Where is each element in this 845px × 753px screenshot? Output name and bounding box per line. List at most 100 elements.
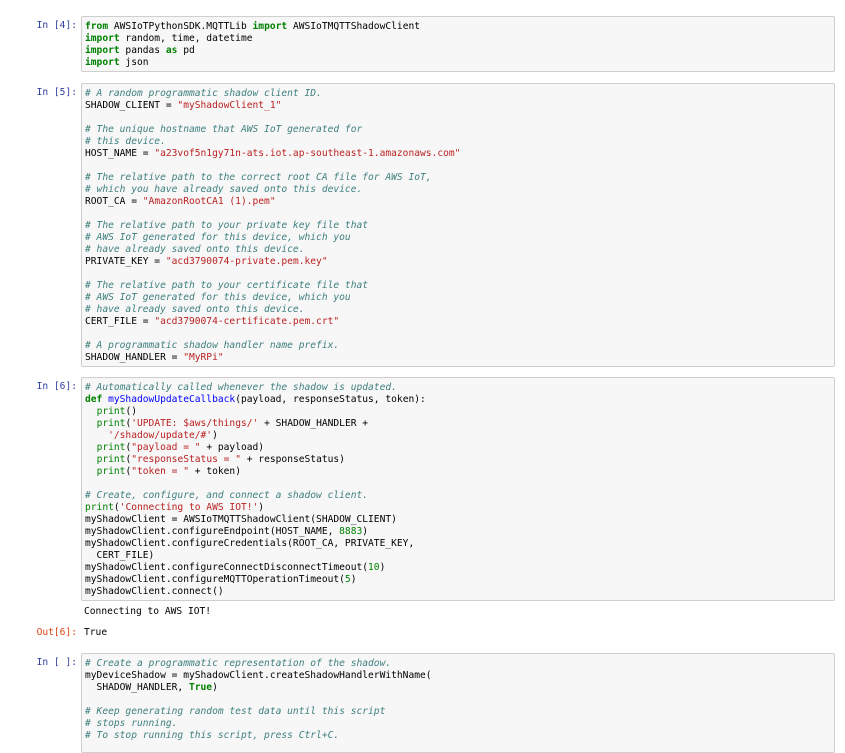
code-token: print xyxy=(85,502,114,513)
code-token: + token) xyxy=(189,466,241,477)
code-line: # this device. xyxy=(85,136,834,148)
code-token: ) xyxy=(350,574,357,585)
code-token: print xyxy=(96,406,126,417)
code-comment: # AWS IoT generated for this device, whi… xyxy=(85,292,351,303)
code-token: AWSIoTMQTTShadowClient xyxy=(287,21,421,32)
code-line: print("token = " + token) xyxy=(85,466,834,478)
code-comment: # have already saved onto this device. xyxy=(85,304,305,315)
input-prompt: In [6]: xyxy=(36,381,77,392)
code-comment: # Keep generating random test data until… xyxy=(85,706,386,717)
code-line: import pandas as pd xyxy=(85,45,834,57)
code-line: # stops running. xyxy=(85,718,834,730)
code-comment: # which you have already saved onto this… xyxy=(85,184,363,195)
code-token: (payload, responseStatus, token): xyxy=(235,394,426,405)
code-token: from xyxy=(85,21,109,32)
code-line: # Keep generating random test data until… xyxy=(85,706,834,718)
code-token: 10 xyxy=(368,562,380,573)
output-value: True xyxy=(84,627,108,638)
code-line: # The relative path to your private key … xyxy=(85,220,834,232)
code-comment: # this device. xyxy=(85,136,166,147)
code-token: 'UPDATE: $aws/things/' xyxy=(131,418,259,429)
code-token: "acd3790074-private.pem.key" xyxy=(165,256,328,267)
code-token: def xyxy=(85,394,103,405)
code-token: random, time, datetime xyxy=(119,33,253,44)
code-token: print xyxy=(96,466,126,477)
code-line: # The relative path to the correct root … xyxy=(85,172,834,184)
code-line: import json xyxy=(85,57,834,69)
code-line: from AWSIoTPythonSDK.MQTTLib import AWSI… xyxy=(85,21,834,33)
code-editor[interactable]: # A random programmatic shadow client ID… xyxy=(81,83,835,367)
code-token: ) xyxy=(258,502,265,513)
input-prompt: In [4]: xyxy=(36,20,77,31)
notebook-page: { "cells": [ { "prompt": "In [4]:", "lin… xyxy=(0,0,845,753)
code-line: # which you have already saved onto this… xyxy=(85,184,834,196)
code-token: "token = " xyxy=(131,466,189,477)
code-token: print xyxy=(96,418,126,429)
code-token: import xyxy=(85,45,120,56)
code-line: myShadowClient = AWSIoTMQTTShadowClient(… xyxy=(85,514,834,526)
code-line: '/shadow/update/#') xyxy=(85,430,834,442)
code-token: 'Connecting to AWS IOT!' xyxy=(119,502,259,513)
code-line: # A random programmatic shadow client ID… xyxy=(85,88,834,100)
code-token: 8883 xyxy=(339,526,363,537)
code-token: + SHADOW_HANDLER + xyxy=(258,418,369,429)
code-comment: # have already saved onto this device. xyxy=(85,244,305,255)
code-comment: # To stop running this script, press Ctr… xyxy=(85,730,340,741)
code-line: # have already saved onto this device. xyxy=(85,244,834,256)
code-token: CERT_FILE) xyxy=(85,550,155,561)
input-prompt: In [ ]: xyxy=(36,657,77,668)
code-line: print('UPDATE: $aws/things/' + SHADOW_HA… xyxy=(85,418,834,430)
code-line: # Create a programmatic representation o… xyxy=(85,658,834,670)
code-token: "AmazonRootCA1 (1).pem" xyxy=(142,196,276,207)
code-token: import xyxy=(85,57,120,68)
code-comment: # The unique hostname that AWS IoT gener… xyxy=(85,124,363,135)
code-token: AWSIoTPythonSDK.MQTTLib xyxy=(108,21,253,32)
code-editor[interactable]: from AWSIoTPythonSDK.MQTTLib import AWSI… xyxy=(81,16,835,72)
code-line: # The unique hostname that AWS IoT gener… xyxy=(85,124,834,136)
code-line: # Automatically called whenever the shad… xyxy=(85,382,834,394)
code-token: () xyxy=(125,406,138,417)
code-line: print("payload = " + payload) xyxy=(85,442,834,454)
code-line: SHADOW_HANDLER, True) xyxy=(85,682,834,694)
code-line: HOST_NAME = "a23vof5n1gy71n-ats.iot.ap-s… xyxy=(85,148,834,160)
code-line: import random, time, datetime xyxy=(85,33,834,45)
code-token: "acd3790074-certificate.pem.crt" xyxy=(154,316,340,327)
code-token: "MyRPi" xyxy=(183,352,224,363)
code-line: CERT_FILE) xyxy=(85,550,834,562)
code-comment: # The relative path to the correct root … xyxy=(85,172,432,183)
code-comment: # Create, configure, and connect a shado… xyxy=(85,490,369,501)
code-editor[interactable]: # Create a programmatic representation o… xyxy=(81,653,835,753)
code-token: print xyxy=(96,454,126,465)
code-token: myDeviceShadow = myShadowClient.createSh… xyxy=(85,670,432,681)
code-comment: # A random programmatic shadow client ID… xyxy=(85,88,322,99)
code-token: CERT_FILE = xyxy=(85,316,155,327)
code-token: SHADOW_HANDLER, xyxy=(85,682,189,693)
code-line: # have already saved onto this device. xyxy=(85,304,834,316)
code-line: print('Connecting to AWS IOT!') xyxy=(85,502,834,514)
code-token: myShadowClient.configureCredentials(ROOT… xyxy=(85,538,415,549)
code-line: myShadowClient.configureEndpoint(HOST_NA… xyxy=(85,526,834,538)
input-prompt: In [5]: xyxy=(36,87,77,98)
code-comment: # stops running. xyxy=(85,718,178,729)
code-comment: # Create a programmatic representation o… xyxy=(85,658,392,669)
code-editor[interactable]: # Automatically called whenever the shad… xyxy=(81,377,835,601)
code-comment: # The relative path to your private key … xyxy=(85,220,369,231)
code-line: SHADOW_CLIENT = "myShadowClient_1" xyxy=(85,100,834,112)
code-token: pd xyxy=(177,45,195,56)
code-comment: # A programmatic shadow handler name pre… xyxy=(85,340,340,351)
code-line: myShadowClient.configureMQTTOperationTim… xyxy=(85,574,834,586)
code-token: "responseStatus = " xyxy=(131,454,241,465)
code-token: ) xyxy=(379,562,386,573)
